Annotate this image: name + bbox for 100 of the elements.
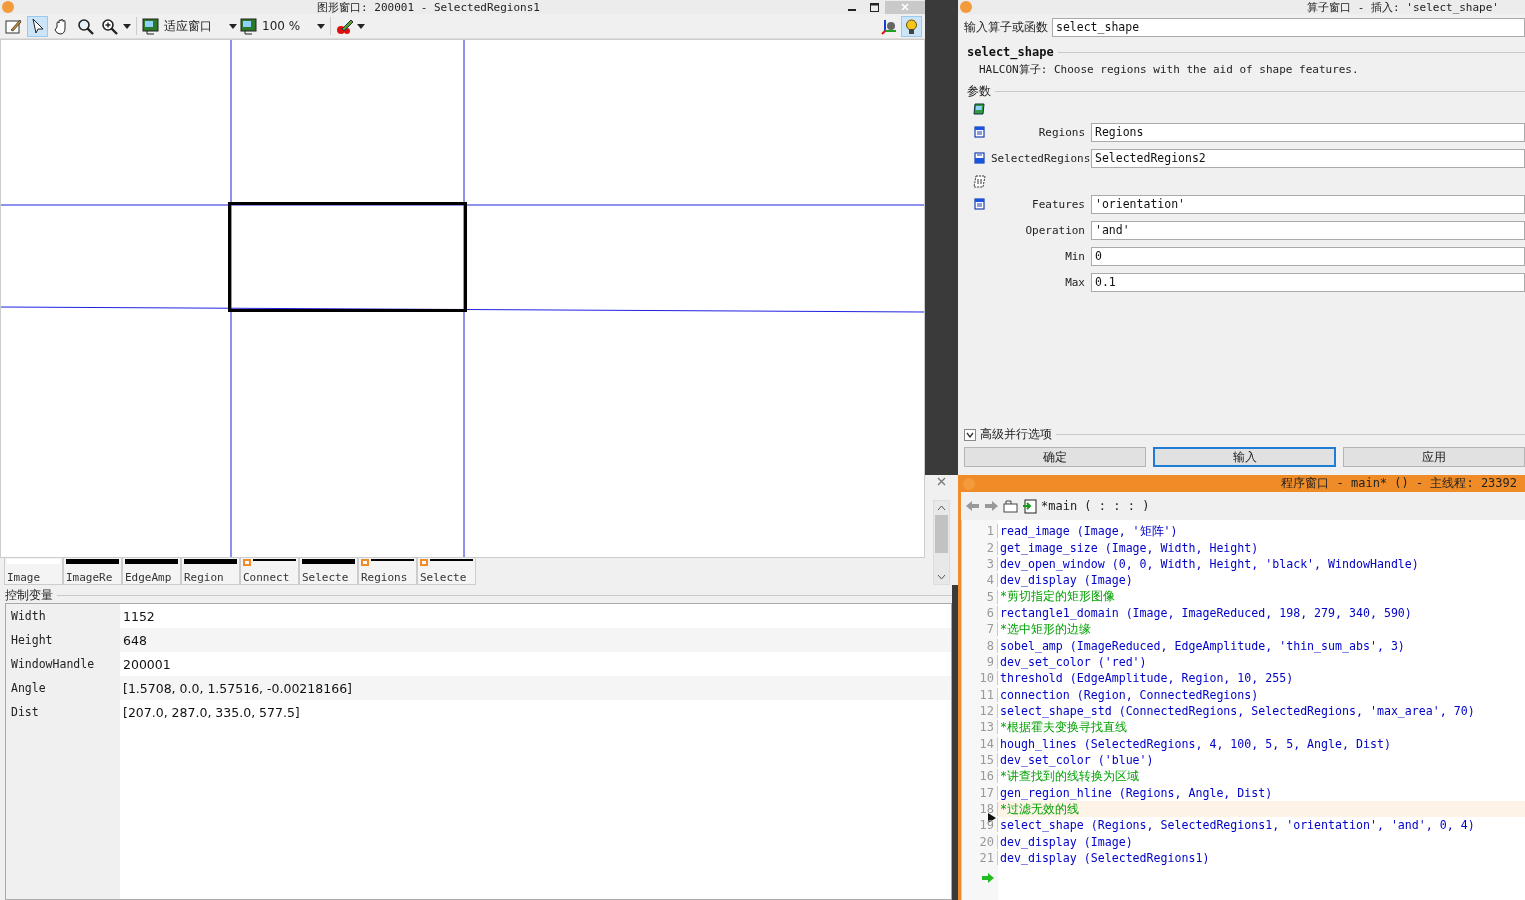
variable-tab[interactable]: Regions (358, 558, 417, 585)
dialog-button[interactable]: 应用 (1343, 447, 1525, 467)
zoom-mode-label[interactable]: 适应窗口 (162, 17, 226, 35)
variable-value: 1152 (122, 608, 155, 624)
section-title: 参数 (967, 82, 991, 100)
code-line[interactable]: dev_display (Image) (998, 573, 1133, 588)
fit-window-icon[interactable] (142, 17, 159, 35)
code-line[interactable]: sobel_amp (ImageReduced, EdgeAmplitude, 'thin_sum_abs', 3) (998, 638, 1405, 653)
code-line[interactable]: get_image_size (Image, Width, Height) (998, 540, 1259, 555)
line-number: 14 (962, 736, 998, 751)
code-line[interactable]: read_image (Image, '矩阵') (998, 523, 1178, 539)
line-number: 8 (962, 638, 998, 653)
close-icon[interactable] (937, 477, 946, 486)
line-number: 2 (962, 540, 998, 555)
code-comment[interactable]: *根据霍夫变换寻找直线 (998, 719, 1127, 735)
parameter-label: Operation (1024, 223, 1086, 237)
variable-tab[interactable]: Image (4, 558, 63, 585)
region-thumbnail (125, 559, 178, 564)
dialog-button[interactable]: 确定 (964, 447, 1146, 467)
app-logo-icon (2, 1, 14, 13)
variable-tab[interactable]: ImageRe (63, 558, 122, 585)
section-title: 控制变量 (5, 586, 53, 604)
parameter-field[interactable]: 'orientation' (1091, 194, 1525, 214)
code-line[interactable]: select_shape (Regions, SelectedRegions1, 'orientation', 'and', 0, 4) (998, 818, 1475, 833)
parameter-field[interactable]: SelectedRegions2 (1091, 148, 1525, 168)
code-comment[interactable]: *剪切指定的矩形图像 (998, 589, 1115, 605)
scroll-down-icon[interactable] (937, 574, 946, 580)
variable-tab[interactable]: Selecte (299, 558, 358, 585)
code-line[interactable]: dev_open_window (0, 0, Width, Height, 'black', WindowHandle) (998, 556, 1419, 571)
parameter-label: Features (1031, 197, 1086, 211)
window-title: 算子窗口 - 插入: 'select_shape' (1306, 0, 1500, 15)
caret-icon[interactable] (229, 23, 237, 29)
code-line[interactable]: threshold (EdgeAmplitude, Region, 10, 255) (998, 671, 1294, 686)
line-number: 17 (962, 785, 998, 800)
caret-icon[interactable] (357, 23, 366, 29)
zoom-level-icon[interactable] (240, 17, 257, 35)
line-number: 19 (962, 818, 998, 833)
output-icon (973, 152, 985, 164)
zoom-in-icon (101, 17, 118, 35)
variable-tab[interactable]: Selecte (417, 558, 476, 585)
caret-icon[interactable] (123, 23, 131, 29)
section-title: 高级并行选项 (980, 426, 1052, 443)
axes-icon[interactable] (881, 17, 898, 35)
edit-icon (5, 17, 22, 35)
variable-value: [207.0, 287.0, 335.0, 577.5] (122, 704, 300, 720)
variable-tab[interactable]: Connect (240, 558, 299, 585)
line-number: 20 (962, 834, 998, 849)
operator-input-field[interactable]: select_shape (1052, 17, 1525, 37)
variable-name: Height (10, 633, 54, 647)
variable-name: WindowHandle (10, 657, 96, 671)
dialog-button[interactable]: 输入 (1152, 447, 1337, 467)
line-number: 13 (962, 720, 998, 735)
code-comment[interactable]: *讲查找到的线转换为区域 (998, 768, 1139, 784)
operator-description: HALCON算子: Choose regions with the aid of shape features. (978, 62, 1360, 78)
variable-tab[interactable]: EdgeAmp (122, 558, 181, 585)
zoom-level-label[interactable]: 100 % (260, 19, 315, 33)
color-picker-icon[interactable] (336, 17, 355, 35)
variable-value: 200001 (122, 656, 171, 672)
procedure-icon[interactable] (1022, 498, 1037, 514)
line-number: 10 (962, 671, 998, 686)
parameter-field[interactable]: 0.1 (1091, 272, 1525, 292)
parameter-field[interactable]: 'and' (1091, 220, 1525, 240)
code-line[interactable]: dev_display (Image) (998, 834, 1133, 849)
pointer-icon (30, 18, 45, 34)
scrollbar[interactable] (933, 500, 950, 585)
code-line[interactable]: hough_lines (SelectedRegions, 4, 100, 5, 5, Angle, Dist) (998, 736, 1391, 751)
parameter-field[interactable]: 0 (1091, 246, 1525, 266)
folder-icon[interactable] (1003, 499, 1018, 513)
code-comment[interactable]: *选中矩形的边缘 (998, 621, 1091, 637)
parameter-label: SelectedRegions (991, 151, 1091, 165)
code-line[interactable]: dev_display (SelectedRegions1) (998, 851, 1210, 866)
variable-name: Angle (10, 681, 47, 695)
light-bulb-button[interactable] (901, 15, 922, 37)
expand-toggle[interactable] (964, 428, 976, 441)
maximize-icon[interactable] (869, 2, 879, 12)
scroll-up-icon[interactable] (937, 505, 946, 511)
variable-value: 648 (122, 632, 147, 648)
code-line[interactable]: dev_set_color ('blue') (998, 753, 1154, 767)
control-icon (972, 174, 986, 188)
region-thumbnail (302, 559, 355, 564)
line-number: 9 (962, 654, 998, 669)
input-icon (973, 198, 985, 210)
code-line[interactable]: gen_region_hline (Regions, Angle, Dist) (998, 785, 1273, 800)
caret-icon[interactable] (317, 23, 326, 29)
code-line[interactable]: select_shape_std (ConnectedRegions, SelectedRegions, 'max_area', 70) (998, 703, 1475, 718)
input-icon (973, 126, 985, 138)
parameter-label: Max (1064, 275, 1086, 289)
line-number: 4 (962, 573, 998, 588)
parameter-field[interactable]: Regions (1091, 122, 1525, 142)
code-line[interactable]: connection (Region, ConnectedRegions) (998, 687, 1259, 702)
region-thumbnail (66, 559, 119, 564)
code-line[interactable]: rectangle1_domain (Image, ImageReduced, 198, 279, 340, 590) (998, 605, 1412, 620)
code-line[interactable]: dev_set_color ('red') (998, 654, 1147, 669)
close-icon (901, 3, 909, 11)
variable-tab[interactable]: Region (181, 558, 240, 585)
tool-button[interactable] (27, 15, 48, 37)
variable-name: Width (10, 609, 47, 623)
line-number: 15 (962, 753, 998, 767)
line-number: 1 (962, 524, 998, 539)
line-number: 16 (962, 769, 998, 784)
